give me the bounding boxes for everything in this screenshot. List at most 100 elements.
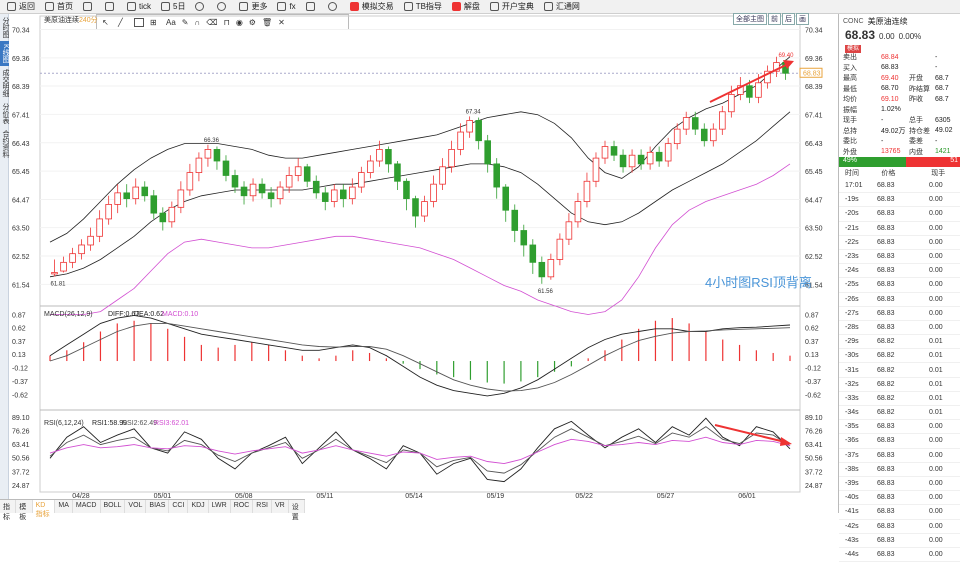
quote-row: 最低 68.70 昨结算 68.7 xyxy=(839,84,960,95)
chart-mode-0[interactable]: 全部主图 xyxy=(733,13,767,25)
toolbar-item-5[interactable]: 5日 xyxy=(156,0,190,14)
date-tick: 05/11 xyxy=(316,493,333,499)
quote-row-value: 13765 xyxy=(881,148,901,156)
indicator-tab-2[interactable]: KD指标 xyxy=(32,500,56,518)
sidebar-tab-4[interactable]: 合约资料 xyxy=(0,127,9,161)
tick-price: 68.83 xyxy=(877,281,895,289)
tick-time: -39s xyxy=(845,480,859,488)
tick-price: 68.83 xyxy=(877,423,895,431)
bars-icon xyxy=(83,2,92,11)
toolbar-item-9[interactable]: fx xyxy=(272,0,300,14)
price-tick-right: 66.43 xyxy=(805,141,823,148)
tick-price: 68.83 xyxy=(877,295,895,303)
tick-row: -44s 68.83 0.00 xyxy=(839,548,960,562)
candle-body xyxy=(746,85,753,98)
toolbar-item-6[interactable] xyxy=(190,0,212,14)
indicator-tab-3[interactable]: MA xyxy=(55,500,73,513)
tick-price: 68.83 xyxy=(877,536,895,544)
toolbar-item-13[interactable]: TB指导 xyxy=(399,0,447,14)
indicator-tab-10[interactable]: LWR xyxy=(209,500,231,513)
macd-tick-right: 0.87 xyxy=(805,312,819,319)
toolbar-item-10[interactable] xyxy=(301,0,323,14)
extreme-mark: 61.81 xyxy=(51,282,67,288)
candle-body xyxy=(421,201,428,217)
chart-title: 美原油连续240分 xyxy=(44,17,98,24)
indicator-tab-6[interactable]: VOL xyxy=(125,500,147,513)
candle-body xyxy=(430,183,437,202)
tick-price: 68.82 xyxy=(877,338,895,346)
toolbar-item-7[interactable] xyxy=(212,0,234,14)
indicator-tab-5[interactable]: BOLL xyxy=(101,500,126,513)
rsi3-line xyxy=(49,436,791,465)
chart-mode-3[interactable]: 画 xyxy=(796,13,809,25)
toolbar-item-15[interactable]: 开户宝典 xyxy=(485,0,539,14)
candle-body xyxy=(123,192,130,200)
price-tick-left: 63.50 xyxy=(12,226,30,233)
toolbar-item-8[interactable]: 更多 xyxy=(234,0,272,14)
candle-body xyxy=(538,261,546,278)
tick-row: -20s 68.83 0.00 xyxy=(839,207,960,222)
price-tick-left: 64.47 xyxy=(12,198,30,205)
candle-body xyxy=(349,186,356,200)
quote-row-label: 买入 xyxy=(843,64,857,72)
tick-time: -28s xyxy=(845,323,859,331)
toolbar-item-11[interactable] xyxy=(323,0,345,14)
toolbar-label: 模拟交易 xyxy=(361,2,394,11)
tick-qty: 0.01 xyxy=(929,352,943,360)
formula-icon xyxy=(277,2,287,11)
hot-icon xyxy=(451,2,461,11)
candle-body xyxy=(412,198,419,217)
toolbar-item-3[interactable] xyxy=(100,0,122,14)
macd-tick-right: 0.37 xyxy=(805,339,819,346)
candle-body xyxy=(141,186,149,197)
quote-row-label: 委比 xyxy=(843,138,857,146)
rsi-tick-right: 24.87 xyxy=(805,483,823,490)
search-icon xyxy=(327,2,337,11)
quote-row: 现手 - 总手 6305 xyxy=(839,115,960,126)
toolbar-label: tick xyxy=(139,2,151,11)
toolbar-item-14[interactable]: 解盘 xyxy=(447,0,485,14)
sidebar-tab-3[interactable]: 分价表 xyxy=(0,100,9,127)
macd-tick-right: 0.62 xyxy=(805,326,819,333)
quote-row-label: 外盘 xyxy=(843,148,857,156)
tick-price: 68.82 xyxy=(877,394,895,402)
candle-body xyxy=(655,151,663,162)
toolbar-item-4[interactable]: tick xyxy=(122,0,156,14)
bid-ask-ratio: 49% 51 xyxy=(839,157,960,167)
kline-chart[interactable]: 70.34 70.34 69.36 69.36 68.39 68.39 67.41 67.41… xyxy=(10,14,830,499)
toolbar-item-16[interactable]: 汇通网 xyxy=(539,0,585,14)
chart-mode-1[interactable]: 前 xyxy=(768,13,781,25)
indicator-tabs: 指标 模板 KD指标 MA MACD BOLL VOL BIAS CCI KDJ LWR ROC RSI… xyxy=(0,499,305,521)
indicator-tab-11[interactable]: ROC xyxy=(231,500,254,513)
candle-body xyxy=(132,186,140,200)
sidebar-tab-0[interactable]: 分时图 xyxy=(0,14,9,41)
indicator-tab-12[interactable]: RSI xyxy=(253,500,272,513)
candle-body xyxy=(529,244,537,263)
indicator-tab-7[interactable]: BIAS xyxy=(146,500,170,513)
indicator-tab-14[interactable]: 设置 xyxy=(289,500,305,521)
date-tick: 05/14 xyxy=(405,493,423,499)
toolbar-item-1[interactable]: 首页 xyxy=(40,0,78,14)
quote-row-label: 均价 xyxy=(843,96,857,104)
candle-body xyxy=(114,192,121,205)
indicator-tab-0[interactable]: 指标 xyxy=(0,500,17,521)
toolbar-item-12[interactable]: 模拟交易 xyxy=(345,0,399,14)
macd-tick-left: -0.37 xyxy=(12,379,28,386)
price-tick-left: 61.54 xyxy=(12,282,30,289)
chart-mode-2[interactable]: 后 xyxy=(782,13,795,25)
sidebar-tab-2[interactable]: 成交明细 xyxy=(0,66,9,100)
indicator-tab-9[interactable]: KDJ xyxy=(188,500,209,513)
indicator-tab-4[interactable]: MACD xyxy=(73,500,101,513)
indicator-tab-1[interactable]: 模板 xyxy=(16,500,33,521)
candle-body xyxy=(565,221,573,240)
toolbar-item-0[interactable]: 返回 xyxy=(2,0,40,14)
indicator-tab-13[interactable]: VR xyxy=(272,500,289,513)
sidebar-tab-1[interactable]: K线图 xyxy=(0,41,9,66)
tick-row: -25s 68.83 0.00 xyxy=(839,278,960,293)
quote-row: 卖出 68.84 - xyxy=(839,52,960,63)
indicator-tab-8[interactable]: CCI xyxy=(169,500,189,513)
menu-icon xyxy=(239,2,249,11)
tick-qty: 0.00 xyxy=(929,550,943,558)
toolbar-item-2[interactable] xyxy=(78,0,100,14)
macd-dea-line xyxy=(49,322,791,392)
